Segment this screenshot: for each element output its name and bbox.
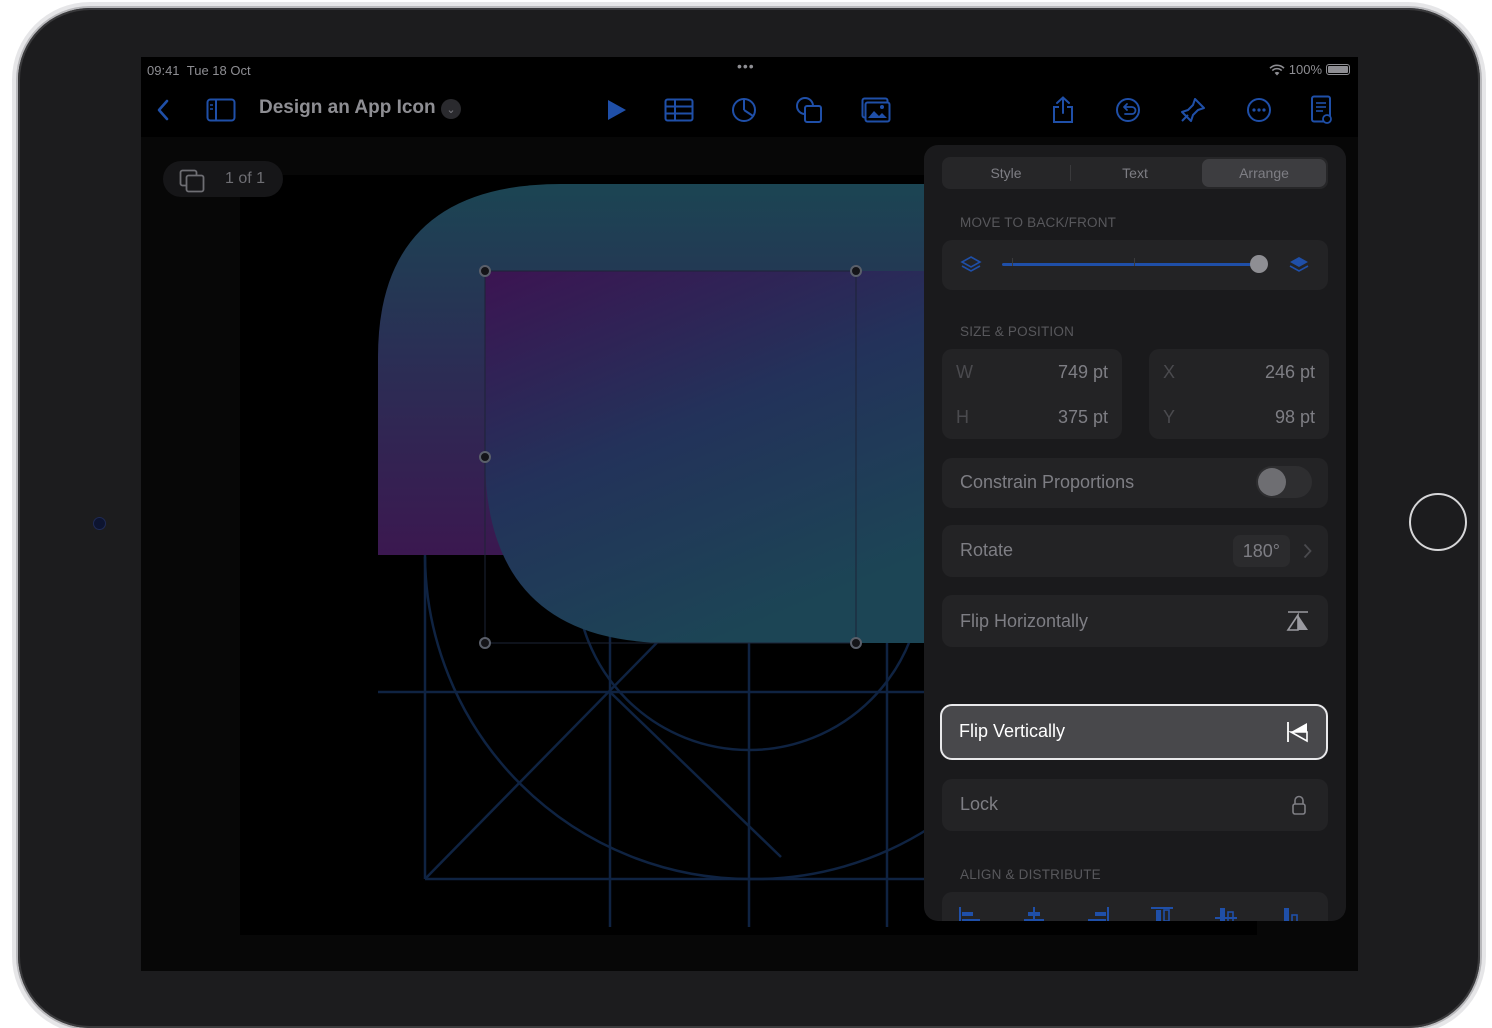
lock-row[interactable]: Lock <box>942 779 1328 831</box>
width-label: W <box>956 362 973 382</box>
move-section-label: MOVE TO BACK/FRONT <box>960 215 1117 230</box>
size-section-label: SIZE & POSITION <box>960 324 1075 339</box>
align-top-icon[interactable] <box>1148 904 1176 921</box>
y-label: Y <box>1163 407 1176 427</box>
chevron-right-icon <box>1303 543 1312 559</box>
screen: 09:41 Tue 18 Oct ••• 100% Design an App … <box>141 57 1358 971</box>
rotate-value[interactable]: 180° <box>1232 535 1290 567</box>
flip-vertically-row[interactable]: Flip Vertically <box>940 704 1328 760</box>
tab-style[interactable]: Style <box>942 157 1070 189</box>
toggle-knob <box>1258 468 1286 496</box>
align-section-label: ALIGN & DISTRIBUTE <box>960 867 1101 882</box>
constrain-proportions-row[interactable]: Constrain Proportions <box>942 458 1328 508</box>
flip-vertically-label: Flip Vertically <box>959 721 1066 741</box>
align-card <box>942 892 1328 921</box>
size-card: W 749 pt H 375 pt <box>942 349 1122 439</box>
position-card: X 246 pt Y 98 pt <box>1149 349 1329 439</box>
align-middle-icon[interactable] <box>1212 904 1240 921</box>
height-field[interactable]: 375 pt <box>1058 407 1108 428</box>
y-field[interactable]: 98 pt <box>1275 407 1315 428</box>
constrain-proportions-toggle[interactable] <box>1256 466 1312 498</box>
lock-label: Lock <box>960 794 999 814</box>
align-center-icon[interactable] <box>1020 904 1048 921</box>
layer-slider-card <box>942 240 1328 290</box>
selected-rounded-shape <box>485 271 941 643</box>
constrain-proportions-label: Constrain Proportions <box>960 472 1135 492</box>
format-panel: Style Text Arrange MOVE TO BACK/FRONT SI… <box>924 145 1346 921</box>
home-button[interactable] <box>1409 493 1467 551</box>
front-camera <box>93 517 106 530</box>
layer-slider-track[interactable] <box>1002 263 1262 266</box>
send-to-back-icon[interactable] <box>960 254 982 276</box>
align-left-icon[interactable] <box>956 904 984 921</box>
align-right-icon[interactable] <box>1084 904 1112 921</box>
height-label: H <box>956 407 969 427</box>
tab-text[interactable]: Text <box>1070 157 1200 189</box>
page-indicator-text: 1 of 1 <box>225 170 266 187</box>
x-field[interactable]: 246 pt <box>1265 362 1315 383</box>
layer-slider-thumb[interactable] <box>1250 255 1268 273</box>
flip-vertical-icon <box>1287 722 1308 743</box>
flip-horizontally-row[interactable]: Flip Horizontally <box>942 595 1328 647</box>
flip-horizontal-icon <box>1286 611 1308 631</box>
tab-arrange[interactable]: Arrange <box>1202 159 1326 187</box>
pages-icon <box>179 169 205 193</box>
align-bottom-icon[interactable] <box>1276 904 1304 921</box>
format-tabs: Style Text Arrange <box>942 157 1328 189</box>
lock-icon <box>1292 795 1306 815</box>
flip-horizontally-label: Flip Horizontally <box>960 611 1089 631</box>
bring-to-front-icon[interactable] <box>1288 254 1310 276</box>
rotate-row[interactable]: Rotate 180° <box>942 525 1328 577</box>
x-label: X <box>1163 362 1176 382</box>
width-field[interactable]: 749 pt <box>1058 362 1108 383</box>
rotate-label: Rotate <box>960 540 1014 560</box>
page-indicator[interactable]: 1 of 1 <box>163 161 283 197</box>
